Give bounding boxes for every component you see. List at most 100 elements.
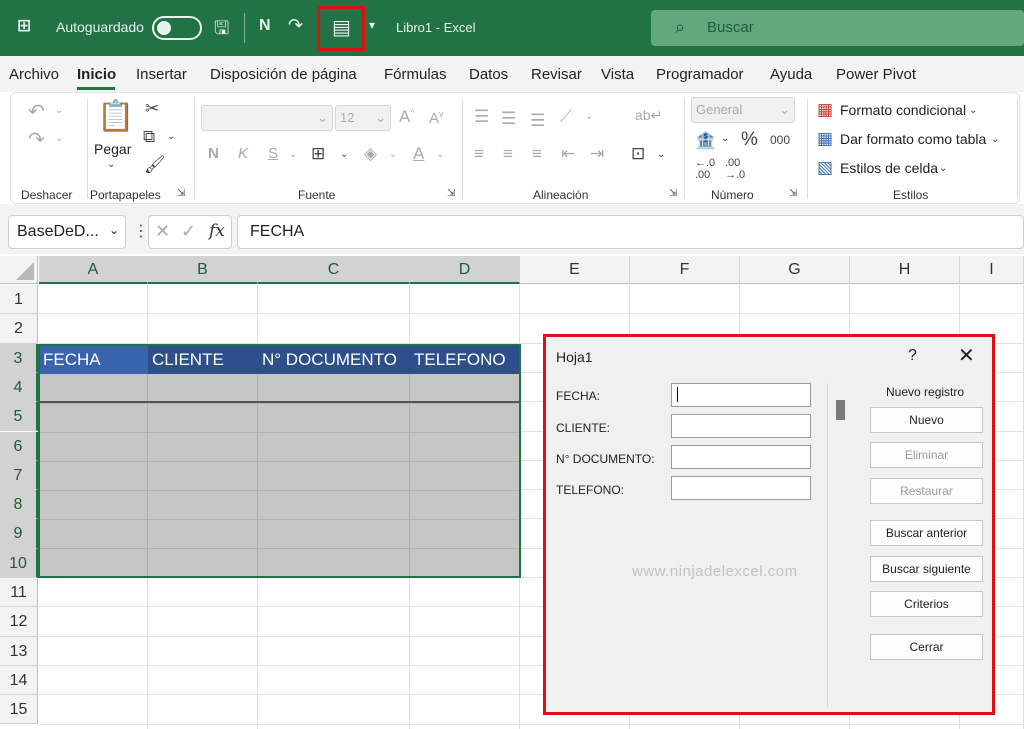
merge-center-icon[interactable]: ⊡ <box>631 144 645 164</box>
cut-icon[interactable]: ✂ <box>145 99 159 119</box>
alignment-launcher-icon[interactable]: ⇲ <box>669 188 677 199</box>
align-top-icon[interactable]: ☰ <box>474 107 489 127</box>
row-header-9[interactable]: 9 <box>0 519 38 549</box>
align-middle-icon[interactable]: ☰ <box>501 109 516 129</box>
cliente-field[interactable] <box>671 414 811 438</box>
percent-button[interactable]: % <box>741 129 758 151</box>
shrink-font-icon[interactable]: Av <box>429 109 444 127</box>
conditional-format-button[interactable]: Formato condicional <box>840 102 966 118</box>
paste-label[interactable]: Pegar <box>94 141 131 157</box>
fill-color-icon[interactable]: ◈ <box>364 144 377 164</box>
font-launcher-icon[interactable]: ⇲ <box>447 188 455 199</box>
column-header-h[interactable]: H <box>850 256 960 284</box>
tab-insertar[interactable]: Insertar <box>136 66 187 83</box>
fecha-field[interactable] <box>671 383 811 407</box>
formula-input[interactable]: FECHA <box>237 215 1024 249</box>
column-header-d[interactable]: D <box>410 256 520 284</box>
tab-revisar[interactable]: Revisar <box>531 66 582 83</box>
insert-function-icon[interactable]: fx <box>209 221 225 241</box>
close-button[interactable]: Cerrar <box>870 634 983 660</box>
font-name-combo[interactable]: ⌄ <box>201 105 333 131</box>
decrease-indent-icon[interactable]: ⇤ <box>561 144 575 164</box>
tab-formulas[interactable]: Fórmulas <box>384 66 447 83</box>
borders-dropdown-icon[interactable]: ⌄ <box>340 149 348 160</box>
font-color-icon[interactable]: A <box>413 144 424 164</box>
tab-power-pivot[interactable]: Power Pivot <box>836 66 916 83</box>
row-header-7[interactable]: 7 <box>0 460 38 491</box>
borders-icon[interactable]: ⊞ <box>311 144 325 164</box>
row-header-2[interactable]: 2 <box>0 314 38 344</box>
copy-dropdown-icon[interactable]: ⌄ <box>167 131 175 142</box>
format-as-table-dropdown-icon[interactable]: ⌄ <box>991 134 999 145</box>
orientation-icon[interactable]: ⟋ <box>560 107 572 127</box>
help-button[interactable]: ? <box>908 347 917 365</box>
accounting-icon[interactable]: 🏦 <box>695 131 716 151</box>
format-painter-icon[interactable]: 🖌 <box>144 155 166 175</box>
tab-programador[interactable]: Programador <box>656 66 744 83</box>
column-header-i[interactable]: I <box>960 256 1024 284</box>
format-as-table-button[interactable]: Dar formato como tabla <box>840 131 986 147</box>
row-header-4[interactable]: 4 <box>0 372 38 403</box>
conditional-format-icon[interactable]: ▦ <box>817 100 833 120</box>
bold-button[interactable]: N <box>208 145 219 162</box>
record-scrollbar-thumb[interactable] <box>836 400 845 420</box>
orientation-dropdown-icon[interactable]: ⌄ <box>585 111 593 122</box>
name-box[interactable]: BaseDeD... ⌄ <box>8 215 126 249</box>
align-left-icon[interactable]: ≡ <box>474 144 484 164</box>
row-header-13[interactable]: 13 <box>0 636 38 666</box>
select-all-button[interactable] <box>0 256 38 284</box>
cancel-icon[interactable]: ✕ <box>155 221 170 242</box>
row-header-14[interactable]: 14 <box>0 665 38 696</box>
conditional-format-dropdown-icon[interactable]: ⌄ <box>969 105 977 116</box>
column-header-g[interactable]: G <box>740 256 850 284</box>
row-header-11[interactable]: 11 <box>0 578 38 608</box>
align-bottom-icon[interactable]: ☰ <box>530 111 545 131</box>
redo-dropdown-icon[interactable]: ⌄ <box>55 133 63 144</box>
find-prev-button[interactable]: Buscar anterior <box>870 520 983 546</box>
decrease-decimal-icon[interactable]: .00 →.0 <box>725 157 745 181</box>
cell-styles-dropdown-icon[interactable]: ⌄ <box>939 163 947 174</box>
search-box[interactable]: ⌕ Buscar <box>651 10 1024 46</box>
font-color-dropdown-icon[interactable]: ⌄ <box>436 149 444 160</box>
close-icon[interactable]: ✕ <box>958 343 975 368</box>
copy-icon[interactable]: ⧉ <box>143 127 155 147</box>
documento-field[interactable] <box>671 445 811 469</box>
qat-dropdown-icon[interactable]: ▾ <box>369 18 375 32</box>
bold-qat-button[interactable]: N <box>259 17 271 35</box>
undo-dropdown-icon[interactable]: ⌄ <box>55 105 63 116</box>
number-launcher-icon[interactable]: ⇲ <box>789 188 797 199</box>
row-header-15[interactable]: 15 <box>0 695 38 725</box>
tab-inicio[interactable]: Inicio <box>77 66 116 83</box>
undo-icon[interactable]: ↶ <box>28 99 45 124</box>
align-center-icon[interactable]: ≡ <box>503 144 513 164</box>
redo-ribbon-icon[interactable]: ↷ <box>28 127 45 152</box>
font-size-combo[interactable]: 12 ⌄ <box>335 105 391 131</box>
new-button[interactable]: Nuevo <box>870 407 983 433</box>
thousands-button[interactable]: 000 <box>770 133 790 147</box>
tab-disposicion[interactable]: Disposición de página <box>210 66 357 83</box>
tab-archivo[interactable]: Archivo <box>9 66 59 83</box>
tab-ayuda[interactable]: Ayuda <box>770 66 812 83</box>
criteria-button[interactable]: Criterios <box>870 591 983 617</box>
column-header-f[interactable]: F <box>630 256 740 284</box>
redo-icon[interactable]: ↷ <box>288 15 303 36</box>
clipboard-launcher-icon[interactable]: ⇲ <box>177 188 185 199</box>
format-as-table-icon[interactable]: ▦ <box>817 129 833 149</box>
cell-styles-button[interactable]: Estilos de celda <box>840 160 938 176</box>
merge-dropdown-icon[interactable]: ⌄ <box>657 149 665 160</box>
row-header-10[interactable]: 10 <box>0 548 38 578</box>
delete-button[interactable]: Eliminar <box>870 442 983 468</box>
increase-decimal-icon[interactable]: ←.0.00 <box>695 157 715 181</box>
column-header-e[interactable]: E <box>520 256 630 284</box>
column-header-b[interactable]: B <box>148 256 258 284</box>
row-header-12[interactable]: 12 <box>0 607 38 637</box>
enter-icon[interactable]: ✓ <box>181 221 196 242</box>
telefono-field[interactable] <box>671 476 811 500</box>
accounting-dropdown-icon[interactable]: ⌄ <box>721 133 729 144</box>
formula-bar-dots-icon[interactable]: ⋮ <box>133 221 149 241</box>
tab-vista[interactable]: Vista <box>601 66 634 83</box>
align-right-icon[interactable]: ≡ <box>532 144 542 164</box>
save-icon[interactable]: 🖫 <box>214 16 229 46</box>
underline-dropdown-icon[interactable]: ⌄ <box>289 149 297 160</box>
row-header-6[interactable]: 6 <box>0 431 38 461</box>
